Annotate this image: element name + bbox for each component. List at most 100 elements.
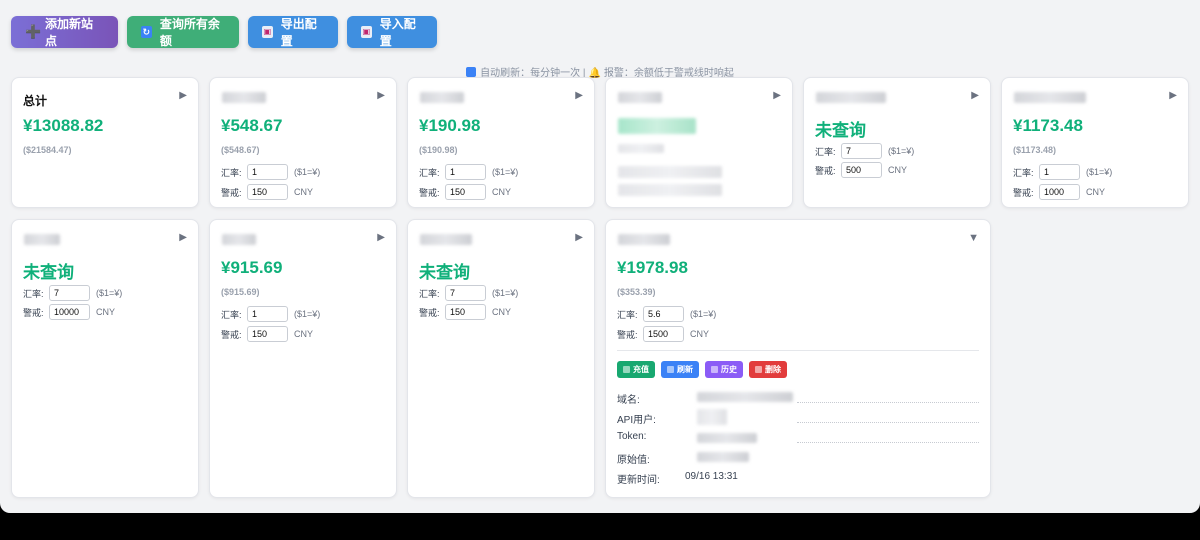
rate-label: 汇率: xyxy=(617,309,638,320)
import-config-button[interactable]: ▣ 导入配置 xyxy=(347,16,437,48)
site-card-expanded: ▼ ¥1978.98 ($353.39) 汇率: ($1=¥) 警戒: CNY … xyxy=(605,219,991,498)
money-icon xyxy=(623,366,630,373)
add-site-label: 添加新站点 xyxy=(45,17,94,48)
rate-suffix: ($1=¥) xyxy=(888,146,915,156)
rate-suffix: ($1=¥) xyxy=(690,309,717,319)
expand-toggle-icon[interactable]: ▶ xyxy=(575,90,583,101)
alert-suffix: CNY xyxy=(294,187,314,197)
total-amount: ¥13088.82 xyxy=(23,116,104,135)
export-icon: ▣ xyxy=(262,26,273,38)
card-actions: 充值 刷新 历史 删除 xyxy=(617,361,787,378)
site-name-redacted xyxy=(618,234,670,245)
expand-toggle-icon[interactable]: ▶ xyxy=(179,232,187,243)
alert-input[interactable] xyxy=(445,184,486,200)
rate-label: 汇率: xyxy=(1013,167,1034,178)
rate-row: 汇率: ($1=¥) xyxy=(221,306,320,322)
site-name-redacted xyxy=(420,234,472,245)
refresh-button[interactable]: 刷新 xyxy=(661,361,699,378)
raw-value-row: 原始值: xyxy=(617,451,979,466)
expand-toggle-icon[interactable]: ▶ xyxy=(971,90,979,101)
amount-redacted xyxy=(618,118,696,134)
toolbar: ➕ 添加新站点 ↻ 查询所有余额 ▣ 导出配置 ▣ 导入配置 xyxy=(11,16,437,48)
token-dotted-line xyxy=(797,442,979,443)
alert-row: 警戒: CNY xyxy=(617,326,709,342)
app-window: ➕ 添加新站点 ↻ 查询所有余额 ▣ 导出配置 ▣ 导入配置 自动刷新：每分钟一… xyxy=(0,0,1200,513)
add-site-button[interactable]: ➕ 添加新站点 xyxy=(11,16,118,48)
total-usd: ($21584.47) xyxy=(23,145,72,155)
expand-toggle-icon[interactable]: ▶ xyxy=(575,232,583,243)
domain-row: 域名: xyxy=(617,391,979,406)
delete-button[interactable]: 删除 xyxy=(749,361,787,378)
alert-label: 警戒: xyxy=(23,307,44,318)
token-label: Token: xyxy=(617,431,647,442)
alert-row: 警戒: CNY xyxy=(419,184,511,200)
expand-toggle-icon[interactable]: ▶ xyxy=(1169,90,1177,101)
divider xyxy=(617,350,979,351)
alert-input[interactable] xyxy=(841,162,882,178)
rate-suffix: ($1=¥) xyxy=(294,167,321,177)
rate-input[interactable] xyxy=(1039,164,1080,180)
alert-input[interactable] xyxy=(247,184,288,200)
rate-label: 汇率: xyxy=(23,288,44,299)
history-button[interactable]: 历史 xyxy=(705,361,743,378)
api-user-label: API用户: xyxy=(617,415,656,426)
site-amount: ¥1978.98 xyxy=(617,258,688,277)
alert-label: 警戒: xyxy=(1013,187,1034,198)
export-config-button[interactable]: ▣ 导出配置 xyxy=(248,16,338,48)
rate-row: 汇率: ($1=¥) xyxy=(23,285,122,301)
api-user-dotted-line xyxy=(797,422,979,423)
token-value-redacted xyxy=(697,433,757,443)
site-card: ▶ ¥190.98 ($190.98) 汇率: ($1=¥) 警戒: CNY xyxy=(407,77,595,208)
rate-input[interactable] xyxy=(445,285,486,301)
alert-suffix: CNY xyxy=(294,329,314,339)
site-card-redacted: ▶ xyxy=(605,77,793,208)
alert-row: 警戒: CNY xyxy=(221,184,313,200)
recharge-button[interactable]: 充值 xyxy=(617,361,655,378)
api-user-value-redacted xyxy=(697,409,727,425)
alert-label: 警戒: xyxy=(815,165,836,176)
expand-toggle-icon[interactable]: ▶ xyxy=(377,90,385,101)
rate-label: 汇率: xyxy=(221,167,242,178)
rate-input[interactable] xyxy=(247,164,288,180)
history-label: 历史 xyxy=(721,365,737,374)
alert-input[interactable] xyxy=(247,326,288,342)
alert-input[interactable] xyxy=(49,304,90,320)
site-amount: ¥915.69 xyxy=(221,258,283,277)
updated-row: 更新时间: 09/16 13:31 xyxy=(617,471,979,486)
rate-input[interactable] xyxy=(445,164,486,180)
rate-input[interactable] xyxy=(841,143,882,159)
expand-toggle-icon[interactable]: ▶ xyxy=(377,232,385,243)
alert-suffix: CNY xyxy=(690,329,710,339)
alert-row: 警戒: CNY xyxy=(23,304,115,320)
rate-input[interactable] xyxy=(49,285,90,301)
delete-label: 删除 xyxy=(765,365,781,374)
rate-input[interactable] xyxy=(247,306,288,322)
expand-toggle-icon[interactable]: ▶ xyxy=(773,90,781,101)
rate-label: 汇率: xyxy=(221,309,242,320)
rate-input[interactable] xyxy=(643,306,684,322)
site-amount: ¥548.67 xyxy=(221,116,283,135)
export-config-label: 导出配置 xyxy=(280,17,317,48)
site-usd: ($915.69) xyxy=(221,287,260,297)
raw-value-redacted xyxy=(697,452,749,462)
auto-refresh-icon xyxy=(466,67,477,77)
token-row: Token: xyxy=(617,431,979,445)
import-icon: ▣ xyxy=(361,26,372,38)
site-name-redacted xyxy=(1014,92,1086,103)
expand-toggle-icon[interactable]: ▶ xyxy=(179,90,187,101)
alert-row: 警戒: CNY xyxy=(419,304,511,320)
site-name-redacted xyxy=(618,92,662,103)
rate-row-redacted xyxy=(618,166,722,178)
collapse-toggle-icon[interactable]: ▼ xyxy=(968,232,979,244)
updated-value: 09/16 13:31 xyxy=(685,471,738,482)
alert-input[interactable] xyxy=(1039,184,1080,200)
updated-label: 更新时间: xyxy=(617,475,660,486)
alert-input[interactable] xyxy=(643,326,684,342)
import-config-label: 导入配置 xyxy=(379,17,416,48)
site-amount: 未查询 xyxy=(815,121,866,140)
rate-row: 汇率: ($1=¥) xyxy=(419,285,518,301)
query-all-button[interactable]: ↻ 查询所有余额 xyxy=(127,16,239,48)
site-card: ▶ ¥1173.48 ($1173.48) 汇率: ($1=¥) 警戒: CNY xyxy=(1001,77,1189,208)
usd-redacted xyxy=(618,144,664,153)
alert-input[interactable] xyxy=(445,304,486,320)
